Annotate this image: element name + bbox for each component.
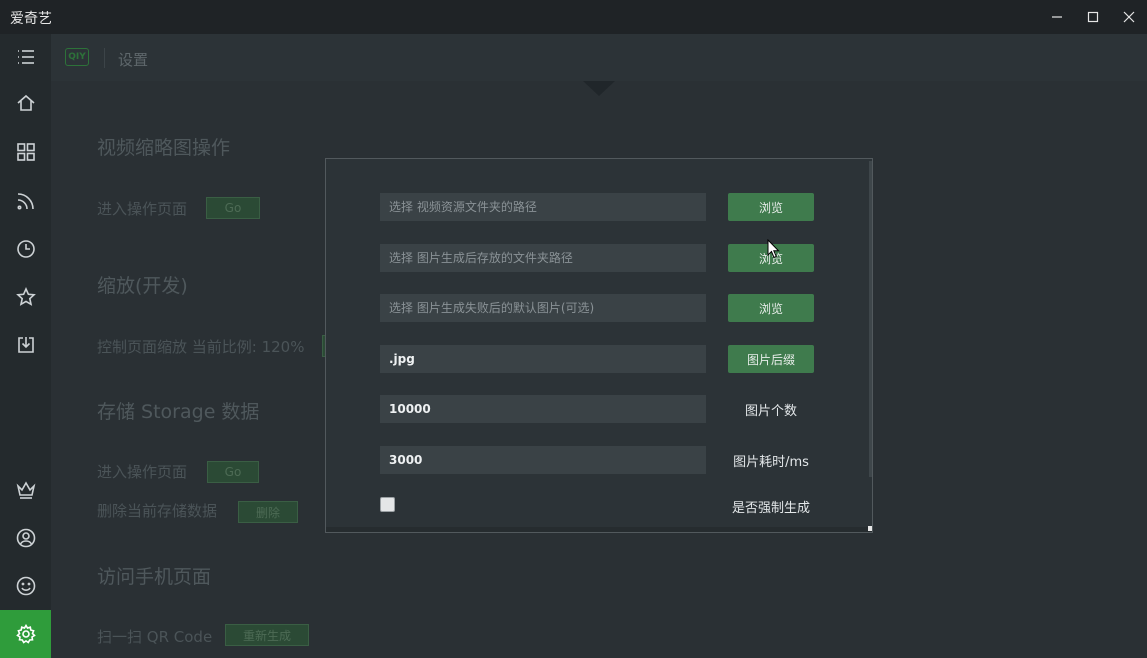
- minimize-icon: [1052, 16, 1062, 18]
- dialog-resize-handle[interactable]: [868, 526, 872, 531]
- crown-icon: [16, 481, 35, 499]
- header: QIY 设置: [51, 34, 1147, 81]
- dialog-vertical-scrollbar[interactable]: [869, 161, 872, 477]
- browse-video-button[interactable]: 浏览: [728, 193, 814, 221]
- qr-regenerate-button[interactable]: 重新生成: [225, 624, 309, 646]
- download-icon: [17, 337, 34, 353]
- sidebar-item-vip[interactable]: [0, 467, 51, 513]
- time-label: 图片耗时/ms: [733, 455, 809, 470]
- sidebar-item-feed[interactable]: [0, 178, 51, 224]
- thumb-enter-label: 进入操作页面: [97, 200, 188, 218]
- mouse-cursor-icon: [767, 239, 780, 259]
- browse-fallback-button[interactable]: 浏览: [728, 294, 814, 322]
- thumb-go-button[interactable]: Go: [206, 197, 260, 219]
- count-input[interactable]: [380, 395, 706, 423]
- gear-icon: [15, 624, 36, 644]
- sidebar-item-history[interactable]: [0, 226, 51, 272]
- maximize-icon: [1087, 11, 1099, 23]
- smile-icon: [16, 576, 35, 596]
- minimize-button[interactable]: [1039, 0, 1075, 34]
- sidebar-item-feedback[interactable]: [0, 563, 51, 609]
- sidebar-item-menu[interactable]: [0, 34, 51, 80]
- thumb-section-title: 视频缩略图操作: [97, 137, 231, 159]
- sidebar-item-favorites[interactable]: [0, 274, 51, 320]
- storage-section-title: 存储 Storage 数据: [97, 401, 260, 423]
- user-icon: [16, 528, 35, 548]
- sidebar-item-account[interactable]: [0, 515, 51, 561]
- grid-icon: [16, 143, 35, 161]
- sidebar-item-apps[interactable]: [0, 129, 51, 175]
- storage-enter-label: 进入操作页面: [97, 463, 188, 481]
- fallback-image-input[interactable]: [380, 294, 706, 322]
- sidebar-item-home[interactable]: [0, 80, 51, 126]
- menu-icon: [17, 50, 34, 64]
- mobile-section-title: 访问手机页面: [97, 566, 212, 588]
- force-generate-label: 是否强制生成: [731, 501, 810, 516]
- sidebar-item-downloads[interactable]: [0, 322, 51, 368]
- zoom-section-title: 缩放(开发): [97, 275, 188, 297]
- close-button[interactable]: [1111, 0, 1147, 34]
- output-path-input[interactable]: [380, 244, 706, 272]
- clock-icon: [16, 240, 35, 258]
- home-icon: [16, 94, 35, 111]
- iqiyi-logo[interactable]: QIY: [65, 48, 89, 66]
- close-icon: [1123, 11, 1135, 23]
- thumbnail-dialog: 浏览 浏览 浏览 图片后缀 图片个数 图片耗时/ms 是否强制生成: [325, 158, 873, 533]
- storage-go-button[interactable]: Go: [207, 461, 259, 483]
- video-path-input[interactable]: [380, 193, 706, 221]
- force-generate-checkbox[interactable]: [380, 497, 395, 512]
- suffix-button[interactable]: 图片后缀: [728, 345, 814, 373]
- header-divider: [104, 48, 105, 68]
- dialog-horizontal-scrollbar[interactable]: [326, 527, 872, 532]
- time-input[interactable]: [380, 446, 706, 474]
- title-bar: 爱奇艺: [0, 0, 1147, 34]
- zoom-label: 控制页面缩放 当前比例: 120%: [97, 338, 305, 356]
- suffix-input[interactable]: [380, 345, 706, 373]
- maximize-button[interactable]: [1075, 0, 1111, 34]
- star-icon: [15, 287, 36, 306]
- rss-icon: [16, 193, 34, 210]
- qr-label: 扫一扫 QR Code: [97, 628, 213, 646]
- count-label: 图片个数: [744, 404, 797, 419]
- storage-delete-button[interactable]: 删除: [238, 501, 298, 523]
- app-title: 爱奇艺: [10, 11, 52, 27]
- storage-delete-label: 删除当前存储数据: [97, 502, 218, 520]
- sidebar: [0, 34, 51, 658]
- breadcrumb: 设置: [118, 51, 149, 69]
- sidebar-item-settings[interactable]: [0, 610, 51, 658]
